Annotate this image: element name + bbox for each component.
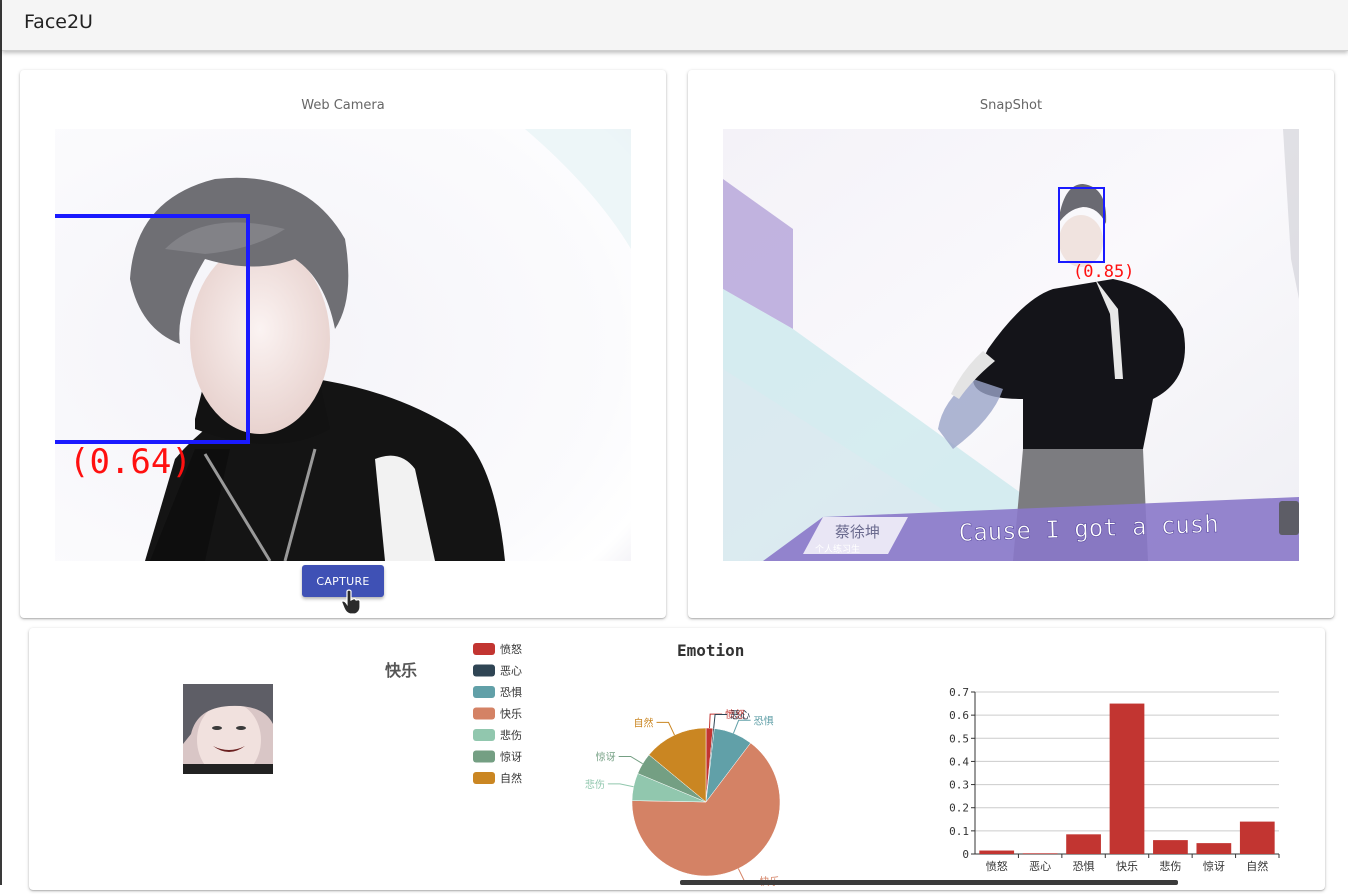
legend-swatch[interactable] <box>473 707 495 720</box>
bar-series <box>979 703 1275 854</box>
pie-label-line <box>708 713 723 729</box>
legend-label[interactable]: 快乐 <box>500 708 522 721</box>
legend-label[interactable]: 惊讶 <box>500 750 522 764</box>
bar[interactable] <box>1066 834 1101 854</box>
y-tick-label: 0.5 <box>949 732 969 745</box>
legend-swatch[interactable] <box>473 729 495 741</box>
pie-label: 自然 <box>634 716 654 729</box>
bar[interactable] <box>1196 843 1232 854</box>
hand-cursor-icon <box>341 589 361 615</box>
emotion-bar-chart: 0 0.1 0.2 0.3 0.4 0.5 0.6 0.7 愤怒 恶心 恐惧 快乐 悲伤 惊讶 自然 <box>909 678 1289 890</box>
legend-label[interactable]: 悲伤 <box>500 728 522 742</box>
webcam-feed: (0.64) <box>55 129 631 561</box>
pie-legend: 愤怒恶心恐惧快乐悲伤惊讶自然 <box>473 642 522 785</box>
legend-label[interactable]: 恶心 <box>500 665 522 678</box>
bar[interactable] <box>1022 853 1058 854</box>
window-edge <box>0 0 2 885</box>
bar-x-ticks: 愤怒 恶心 恐惧 快乐 悲伤 惊讶 自然 <box>986 854 1280 873</box>
pie-label-line <box>656 721 675 736</box>
y-tick-label: 0.2 <box>949 802 969 815</box>
face-thumbnail <box>183 684 273 774</box>
y-tick-label: 0 <box>962 848 969 861</box>
bar[interactable] <box>1109 703 1145 854</box>
x-tick-label: 惊讶 <box>1203 859 1225 873</box>
predicted-emotion: 快乐 <box>385 661 418 680</box>
legend-label[interactable]: 自然 <box>500 771 522 785</box>
snapshot-image: (0.85) 蔡徐坤 个人练习生 Cause I got a cush <box>723 129 1299 561</box>
bar-y-ticks: 0 0.1 0.2 0.3 0.4 0.5 0.6 0.7 <box>949 686 975 861</box>
snapshot-caption-sub: 个人练习生 <box>815 543 860 555</box>
webcam-score: (0.64) <box>69 442 192 482</box>
y-tick-label: 0.4 <box>949 755 969 768</box>
snapshot-caption-name: 蔡徐坤 <box>835 523 880 541</box>
x-tick-label: 恶心 <box>1029 860 1051 873</box>
pie-label-line <box>732 719 751 734</box>
legend-label[interactable]: 恐惧 <box>500 685 522 699</box>
legend-swatch[interactable] <box>473 750 495 763</box>
legend-swatch[interactable] <box>473 772 495 784</box>
snapshot-title: SnapShot <box>979 98 1043 113</box>
pie-slices <box>631 727 781 877</box>
pie-label: 恶心 <box>730 709 750 721</box>
x-tick-label: 快乐 <box>1116 860 1138 873</box>
pie-label: 悲伤 <box>585 778 605 791</box>
webcam-title: Web Camera <box>301 98 385 113</box>
y-tick-label: 0.3 <box>949 779 969 792</box>
x-tick-label: 自然 <box>1246 859 1268 873</box>
bar[interactable] <box>1153 840 1188 854</box>
emotion-card: 快乐 愤怒恶心恐惧快乐悲伤惊讶自然 Emotion 愤怒恶心恐惧快乐悲伤惊讶自然… <box>29 628 1325 890</box>
pie-label: 恐惧 <box>754 715 774 727</box>
legend-swatch[interactable] <box>473 686 495 698</box>
x-tick-label: 悲伤 <box>1159 859 1181 873</box>
bar[interactable] <box>1239 821 1275 854</box>
x-tick-label: 恐惧 <box>1073 859 1095 873</box>
legend-swatch[interactable] <box>473 643 495 655</box>
snapshot-score: (0.85) <box>1073 262 1134 282</box>
y-tick-label: 0.1 <box>949 825 969 838</box>
pie-title: Emotion <box>677 641 744 660</box>
emotion-pie-chart: 愤怒恶心恐惧快乐悲伤惊讶自然 Emotion 愤怒恶心恐惧快乐悲伤惊讶自然 <box>459 634 789 890</box>
app-title: Face2U <box>24 11 93 33</box>
webcam-frame: (0.64) <box>55 129 631 561</box>
pie-label: 惊讶 <box>596 750 616 763</box>
webcam-card: Web Camera (0.64) CAPTURE <box>20 70 666 618</box>
y-tick-label: 0.7 <box>949 686 969 699</box>
x-tick-label: 愤怒 <box>986 859 1008 873</box>
bar[interactable] <box>979 850 1015 854</box>
snapshot-frame: (0.85) 蔡徐坤 个人练习生 Cause I got a cush <box>723 129 1299 561</box>
app-bar: Face2U <box>2 0 1348 51</box>
y-tick-label: 0.6 <box>949 709 969 722</box>
pie-label-line <box>618 755 643 765</box>
pie-label-line <box>607 783 634 788</box>
legend-label[interactable]: 愤怒 <box>500 642 522 656</box>
snapshot-card: SnapShot (0.85) 蔡徐坤 个人练习生 Cause I got a … <box>688 70 1334 618</box>
legend-swatch[interactable] <box>473 664 495 677</box>
horizontal-scrollbar[interactable] <box>680 880 1178 885</box>
